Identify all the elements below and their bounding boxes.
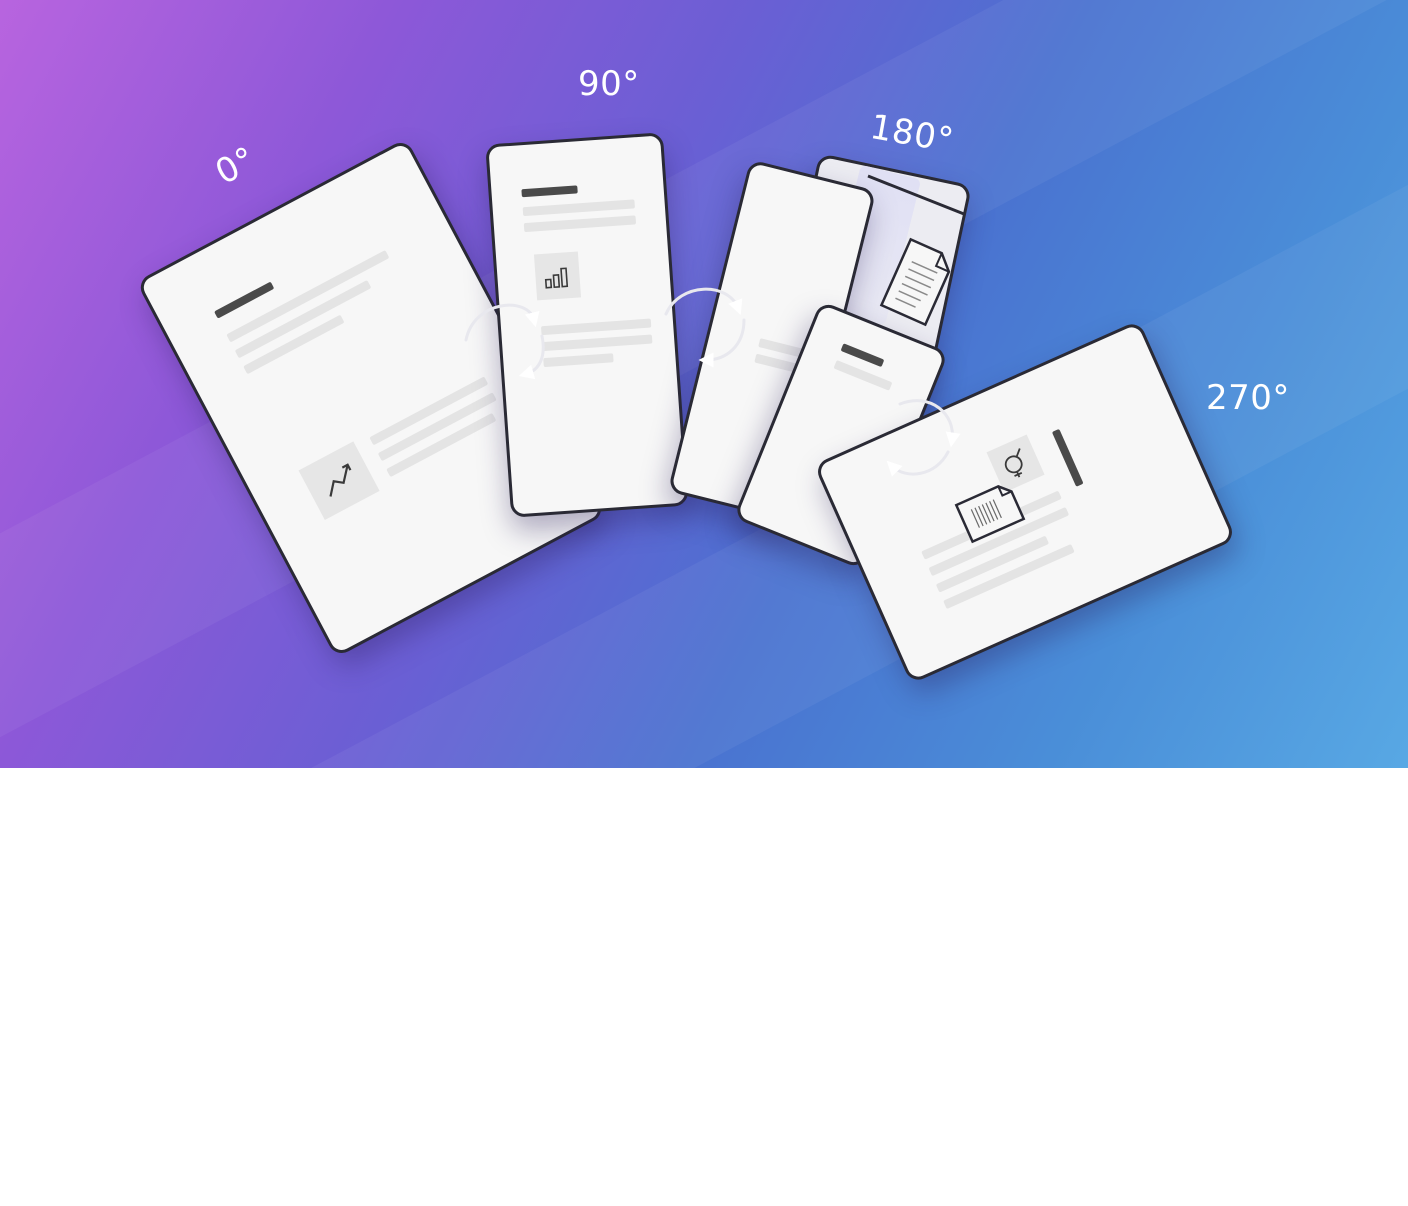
rotate-arrow-icon: [886, 399, 961, 477]
document-icon: [954, 485, 1026, 544]
rotate-arrow-icon: [464, 303, 545, 380]
divider-line: [867, 174, 965, 216]
overlay-graphics: [464, 174, 1026, 544]
document-icon: [879, 237, 951, 327]
rotate-arrow-icon: [664, 287, 746, 368]
